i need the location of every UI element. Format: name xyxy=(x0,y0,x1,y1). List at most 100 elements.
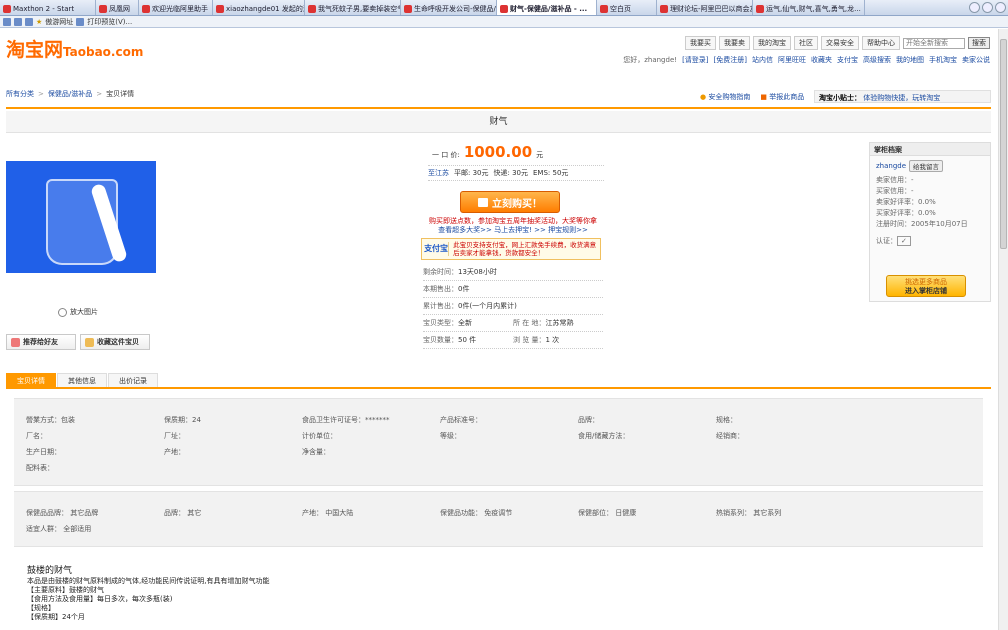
attribute-cell: 规格： xyxy=(716,416,737,424)
page-icon[interactable] xyxy=(14,17,22,26)
attribute-cell: 热销系列： 其它系列 xyxy=(716,509,782,517)
favorites-bar: ★ 傲游网址 打印预览(V)... xyxy=(0,16,1008,28)
safety-guide-link[interactable]: ● 安全购物指南 xyxy=(700,92,750,102)
vertical-scrollbar[interactable] xyxy=(998,29,1008,630)
my-map-link[interactable]: 我的地图 xyxy=(896,55,924,65)
search-input[interactable] xyxy=(903,37,965,49)
nav-community[interactable]: 社区 xyxy=(794,36,818,50)
settings-icon[interactable] xyxy=(982,2,993,13)
advanced-search-link[interactable]: 高级搜索 xyxy=(863,55,891,65)
tab-favicon xyxy=(142,4,150,13)
crumb-current: 宝贝详情 xyxy=(106,90,135,98)
nav-security[interactable]: 交易安全 xyxy=(821,36,859,50)
browser-tab[interactable]: 理财论坛-阿里巴巴以商会友 xyxy=(657,0,753,15)
wangwang-link[interactable]: 阿里旺旺 xyxy=(778,55,806,65)
tab-favicon xyxy=(3,4,11,13)
tab-bid-records[interactable]: 出价记录 xyxy=(108,373,158,387)
cart-icon xyxy=(478,197,488,207)
report-link[interactable]: ■ 举报此商品 xyxy=(760,92,804,102)
browser-tab[interactable]: 我气死蚊子男,要卖掉装空气... xyxy=(305,0,401,15)
divider xyxy=(6,387,991,389)
favorite-link[interactable]: 打印预览(V)... xyxy=(87,17,132,27)
attribute-cell: 产品标准号： xyxy=(440,416,482,424)
price-label: 一 口 价: xyxy=(432,151,460,159)
info-row: 本期售出： 0件 xyxy=(423,281,603,298)
nav-help[interactable]: 帮助中心 xyxy=(862,36,900,50)
taobao-page: 淘宝网Taobao.com 我要买 我要卖 我的淘宝 社区 交易安全 帮助中心 … xyxy=(0,29,998,630)
alipay-link[interactable]: 支付宝 xyxy=(837,55,858,65)
ship-express: 快递: 30元 xyxy=(493,169,529,177)
inbox-link[interactable]: 站内信 xyxy=(752,55,773,65)
promo-links: 查看超多大奖>> 马上去押宝! >> 押宝规则>> xyxy=(423,225,603,235)
breadcrumb: 所有分类 > 保健品/滋补品 > 宝贝详情 xyxy=(6,89,134,99)
attribute-cell: 保健品品牌： 其它品牌 xyxy=(26,509,99,517)
divider xyxy=(6,107,991,109)
chevron-right-icon: > xyxy=(38,90,44,98)
attributes-box: 營業方式：包装 保质期：24 食品卫生许可证号：******* 产品标准号： 品牌： 规格… xyxy=(14,398,983,486)
description-line: 本品是由鼓楼的财气原料制成的气体,经功能民间传说证明,有具有增加财气功能 xyxy=(27,577,270,585)
description: 鼓楼的财气 本品是由鼓楼的财气原料制成的气体,经功能民间传说证明,有具有增加财气… xyxy=(27,567,527,622)
attribute-cell xyxy=(578,447,716,457)
seller-name[interactable]: zhangde xyxy=(876,162,906,170)
top-nav: 我要买 我要卖 我的淘宝 社区 交易安全 帮助中心 搜索 xyxy=(685,36,990,50)
browser-tab[interactable]: xiaozhangde01 发起的活... xyxy=(213,0,305,15)
tab-favicon xyxy=(660,4,668,13)
tab-favicon xyxy=(600,4,608,13)
item-info: 剩余时间： 13天08小时 本期售出： 0件 累计售出： 0件(一个月内累计) 宝贝类… xyxy=(423,264,603,349)
attribute-cell: 保健品功能： 免疫调节 xyxy=(440,509,513,517)
browser-tab[interactable]: 运气,仙气,财气,喜气,勇气,龙... xyxy=(753,0,865,15)
tab-details[interactable]: 宝贝详情 xyxy=(6,373,56,387)
nav-my-taobao[interactable]: 我的淘宝 xyxy=(753,36,791,50)
login-link[interactable]: [请登录] xyxy=(682,55,708,65)
crumb-all[interactable]: 所有分类 xyxy=(6,89,34,99)
zoom-link[interactable]: 放大图片 xyxy=(58,307,98,317)
tip-link[interactable]: 体验购物快捷，玩转淘宝 xyxy=(863,94,940,102)
home-icon[interactable] xyxy=(3,17,11,26)
seller-rate: 卖家好评率：0.0% xyxy=(876,198,936,206)
nav-buy[interactable]: 我要买 xyxy=(685,36,716,50)
favorite-item-button[interactable]: 收藏这件宝贝 xyxy=(80,334,150,350)
attribute-cell xyxy=(578,524,716,534)
alipay-logo: 支付宝 xyxy=(424,242,450,256)
favorites-link[interactable]: 收藏夹 xyxy=(811,55,832,65)
tab-favicon xyxy=(404,4,412,13)
shield-icon: ● xyxy=(700,93,707,101)
star-icon: ★ xyxy=(36,17,43,26)
description-line: 【主要原料】鼓楼的财气 xyxy=(27,586,104,594)
enter-shop-button[interactable]: 挑选更多商品 进入掌柜店铺 xyxy=(886,275,966,297)
attribute-cell: 经销商： xyxy=(716,432,744,440)
recommend-button[interactable]: 推荐给好友 xyxy=(6,334,76,350)
menu-icon[interactable] xyxy=(969,2,980,13)
nav-sell[interactable]: 我要卖 xyxy=(719,36,750,50)
mobile-link[interactable]: 手机淘宝 xyxy=(929,55,957,65)
browser-tab[interactable]: 凤凰网 xyxy=(96,0,139,15)
tab-other-info[interactable]: 其他信息 xyxy=(57,373,107,387)
browser-tab[interactable]: 欢迎光临阿里助手 xyxy=(139,0,213,15)
attribute-cell: 厂址： xyxy=(164,432,185,440)
browser-tab[interactable]: 生命呼吸开发公司-保健品/... xyxy=(401,0,497,15)
crumb-category[interactable]: 保健品/滋补品 xyxy=(48,89,92,99)
search-button[interactable]: 搜索 xyxy=(968,37,990,49)
promo-link[interactable]: 查看超多大奖>> 马上去押宝! >> 押宝规则>> xyxy=(438,226,588,234)
browser-tab[interactable]: 空白页 xyxy=(597,0,657,15)
buy-now-button[interactable]: 立刻购买！ xyxy=(460,191,560,213)
attributes-box-2: 保健品品牌： 其它品牌 品牌： 其它 产地： 中国大陆 保健品功能： 免疫调节 保健部位… xyxy=(14,491,983,547)
attribute-cell: 保健部位： 日健康 xyxy=(578,509,637,517)
location-link[interactable]: 至江苏 xyxy=(428,168,449,178)
cert-icon[interactable]: ✓ xyxy=(897,236,911,246)
register-date: 注册时间：2005年10月07日 xyxy=(876,220,968,228)
product-image[interactable] xyxy=(6,161,156,273)
browser-tab[interactable]: 财气-保健品/滋补品 - ... xyxy=(497,0,597,15)
favorite-link[interactable]: 傲游网址 xyxy=(45,17,73,27)
tools-icon[interactable] xyxy=(25,17,33,26)
scroll-thumb[interactable] xyxy=(1000,39,1007,249)
browser-tab[interactable]: Maxthon 2 - Start xyxy=(0,0,96,15)
attribute-cell: 保质期：24 xyxy=(164,416,201,424)
description-line: 【食用方法及食用量】每日多次，每次多瓶(装) xyxy=(27,595,173,603)
message-button[interactable]: 给我留言 xyxy=(909,160,944,172)
close-icon[interactable] xyxy=(995,2,1006,13)
register-link[interactable]: [免费注册] xyxy=(714,55,747,65)
attribute-cell xyxy=(440,447,578,457)
taobao-logo[interactable]: 淘宝网Taobao.com xyxy=(6,35,143,62)
seller-link[interactable]: 卖家公说 xyxy=(962,55,990,65)
